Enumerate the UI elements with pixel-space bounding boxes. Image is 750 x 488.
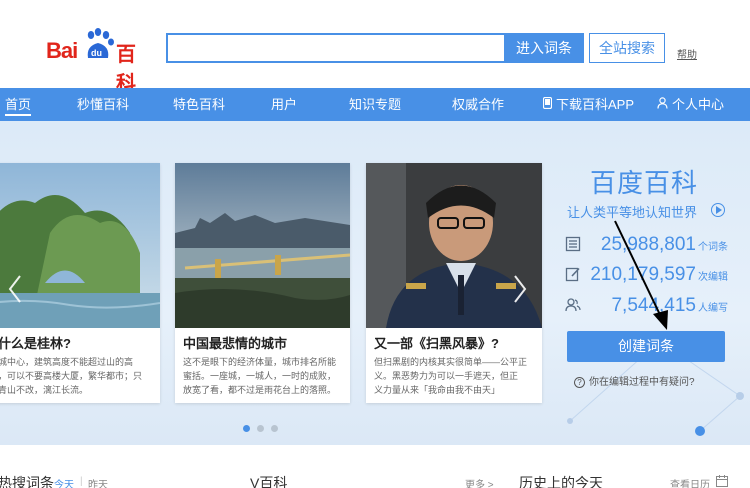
nav-item-topics[interactable]: 知识专题 — [349, 88, 401, 121]
nav-item-personal-center[interactable]: 个人中心 — [657, 88, 724, 121]
nav-label: 权威合作 — [452, 97, 505, 112]
nav-item-miaodong[interactable]: 秒懂百科 — [77, 88, 129, 121]
tab-today[interactable]: 今天 — [54, 476, 74, 488]
card-title: 又一部《扫黑风暴》? — [374, 336, 499, 351]
nav-item-partners[interactable]: 权威合作 — [452, 88, 504, 121]
more-link[interactable]: 更多 > — [465, 476, 494, 488]
enter-entry-button[interactable]: 进入词条 — [504, 33, 584, 63]
annotation-arrow-icon — [614, 220, 668, 330]
card-title: 什么是桂林? — [0, 336, 71, 351]
calendar-icon[interactable] — [716, 474, 728, 488]
nav-item-special[interactable]: 特色百科 — [173, 88, 225, 121]
tab-yesterday[interactable]: 昨天 — [88, 476, 108, 488]
logo-bai-text: Bai — [46, 38, 78, 63]
stat-unit: 个词条 — [698, 242, 728, 253]
carousel-dots — [243, 419, 285, 437]
faq-text: 你在编辑过程中有疑问? — [589, 377, 695, 388]
calendar-link[interactable]: 查看日历 — [670, 476, 710, 488]
brand-title: 百度百科 — [590, 168, 699, 198]
users-icon — [565, 297, 581, 313]
main-nav: 首页 秒懂百科 特色百科 用户 知识专题 权威合作 下载百科APP 个人中心 — [0, 88, 750, 121]
stat-unit: 次编辑 — [698, 272, 728, 283]
feature-card[interactable]: 中国最悲情的城市 这不是眼下的经济体量，城市排名所能 蜜括。一座城，一城人，一时… — [175, 163, 350, 403]
header: Bai du 百科 进入词条 全站搜索 帮助 — [0, 0, 750, 95]
nav-label: 首页 — [5, 97, 32, 112]
entries-icon — [565, 236, 581, 252]
play-icon[interactable] — [711, 203, 725, 217]
nav-item-users[interactable]: 用户 — [271, 88, 297, 121]
site-search-button[interactable]: 全站搜索 — [589, 33, 665, 63]
help-link[interactable]: 帮助 — [677, 46, 697, 61]
search-box — [166, 33, 504, 63]
feature-card[interactable]: 什么是桂林? 城中心，建筑高度不能超过山的高 ，可以不要高楼大厦，繁华都市；只 … — [0, 163, 160, 403]
card-title: 中国最悲情的城市 — [183, 336, 288, 351]
history-today-title: 历史上的今天 — [519, 475, 603, 488]
carousel-dot[interactable] — [271, 425, 278, 432]
carousel-next-arrow[interactable] — [513, 274, 527, 304]
stat-unit: 人编写 — [698, 303, 728, 314]
faq-link[interactable]: ? 你在编辑过程中有疑问? — [574, 373, 695, 388]
banner: 什么是桂林? 城中心，建筑高度不能超过山的高 ，可以不要高楼大厦，繁华都市；只 … — [0, 121, 750, 445]
nav-label: 知识专题 — [349, 97, 402, 112]
nav-label: 秒懂百科 — [77, 97, 130, 112]
v-baike-title: V百科 — [250, 475, 288, 488]
card-image-city — [175, 163, 350, 328]
nav-label: 用户 — [271, 97, 298, 112]
paw-icon: du — [87, 28, 114, 58]
baidu-baike-logo[interactable]: Bai du 百科 — [46, 28, 154, 95]
card-desc: 城中心，建筑高度不能超过山的高 ，可以不要高楼大厦，繁华都市；只 青山不改，漓江… — [0, 357, 143, 395]
nav-label: 特色百科 — [173, 97, 226, 112]
hot-entries-title: 热搜词条 — [0, 475, 54, 488]
nav-item-home[interactable]: 首页 — [5, 88, 32, 116]
carousel-dot[interactable] — [243, 425, 250, 432]
carousel-dot[interactable] — [257, 425, 264, 432]
nav-label: 个人中心 — [672, 97, 725, 112]
card-desc: 但扫黑剧的内核其实很简单——公平正 义。黑恶势力为可以一手遮天，但正 义力量从来… — [374, 357, 528, 395]
nav-item-download-app[interactable]: 下载百科APP — [542, 88, 635, 122]
search-input[interactable] — [168, 35, 504, 61]
card-desc: 这不是眼下的经济体量，城市排名所能 蜜括。一座城，一城人，一时的成败， 放宽了看… — [183, 357, 337, 395]
tab-divider: | — [80, 476, 83, 487]
carousel-prev-arrow[interactable] — [8, 274, 22, 304]
nav-label: 下载百科APP — [556, 97, 635, 112]
edit-icon — [565, 266, 581, 282]
bottom-section: 热搜词条 今天 | 昨天 V百科 更多 > 历史上的今天 查看日历 — [0, 468, 750, 488]
user-icon — [657, 89, 668, 122]
question-icon: ? — [574, 377, 585, 388]
phone-icon — [542, 89, 553, 122]
svg-text:du: du — [91, 48, 102, 58]
card-image-guilin — [0, 163, 160, 328]
